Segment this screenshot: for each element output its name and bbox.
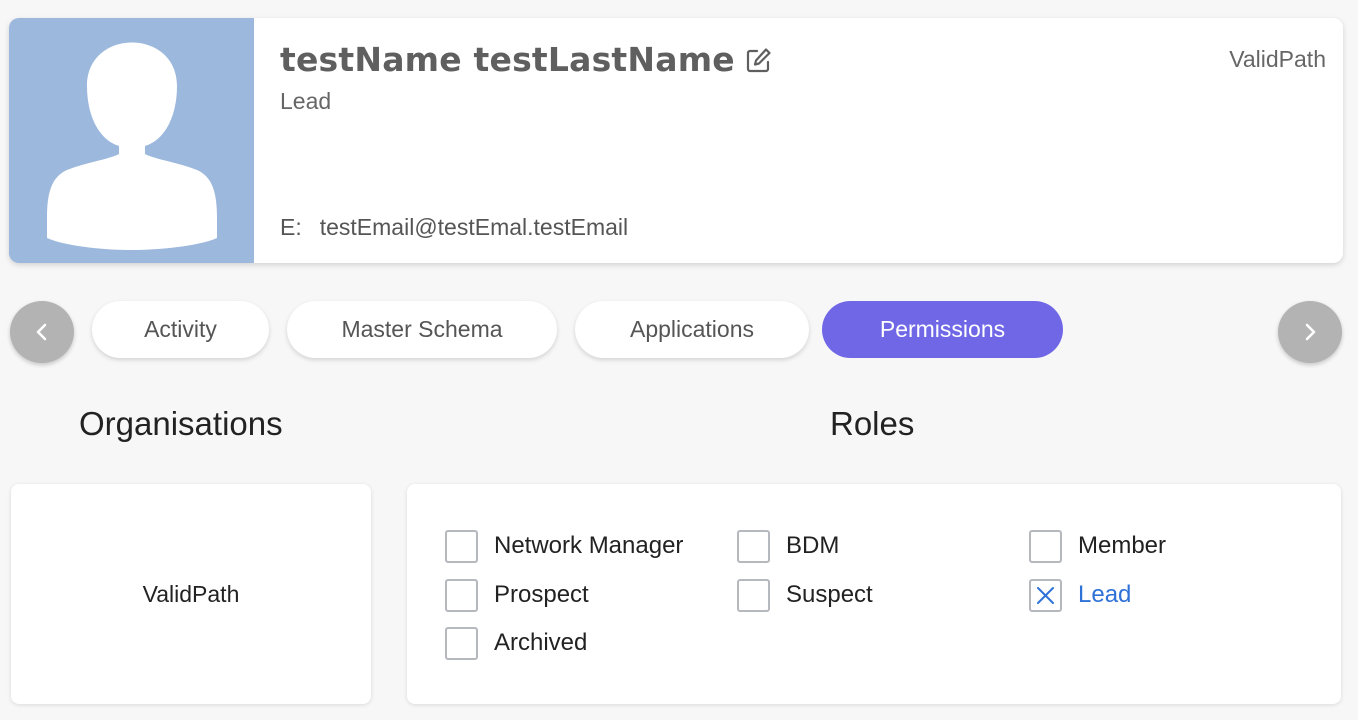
role-label: BDM: [786, 532, 840, 559]
role-label: Network Manager: [494, 532, 684, 559]
role-suspect[interactable]: Suspect: [737, 577, 873, 613]
chevron-right-icon: [1305, 323, 1316, 341]
organisations-heading: Organisations: [79, 405, 283, 442]
role-label: Member: [1078, 532, 1167, 559]
role-checkbox[interactable]: [737, 578, 770, 612]
roles-panel: Network Manager BDM Member Prospect Susp…: [407, 484, 1341, 704]
role-checkbox[interactable]: [445, 529, 478, 563]
role-checkbox[interactable]: [737, 529, 770, 563]
chevron-left-icon: [36, 323, 47, 341]
role-label: Suspect: [786, 581, 873, 608]
email-value: testEmail@testEmal.testEmail: [319, 214, 629, 240]
user-silhouette-icon: [47, 42, 217, 250]
x-mark-icon: [1037, 586, 1054, 604]
role-label: Archived: [494, 629, 588, 656]
tab-master-schema[interactable]: Master Schema: [287, 301, 557, 358]
role-checkbox[interactable]: [445, 626, 478, 660]
avatar: [9, 18, 254, 263]
role-checkbox[interactable]: [1029, 578, 1062, 612]
edit-icon[interactable]: [745, 46, 773, 74]
profile-name: testName testLastName: [280, 40, 735, 79]
profile-email: E: testEmail@testEmal.testEmail: [280, 214, 628, 241]
role-label: Prospect: [494, 581, 589, 608]
role-network-manager[interactable]: Network Manager: [445, 528, 683, 564]
organisation-item[interactable]: ValidPath: [143, 581, 240, 608]
next-tab-button[interactable]: [1278, 301, 1342, 363]
roles-heading: Roles: [830, 405, 915, 442]
tab-applications[interactable]: Applications: [575, 301, 809, 358]
role-archived[interactable]: Archived: [445, 625, 587, 661]
role-label: Lead: [1078, 581, 1132, 608]
tab-permissions[interactable]: Permissions: [822, 301, 1063, 358]
profile-role: Lead: [280, 88, 332, 114]
role-lead[interactable]: Lead: [1029, 577, 1131, 613]
profile-organisation: ValidPath: [1229, 46, 1326, 72]
role-checkbox[interactable]: [1029, 529, 1062, 563]
profile-card: testName testLastName Lead ValidPath E: …: [9, 18, 1343, 263]
role-checkbox[interactable]: [445, 578, 478, 612]
email-prefix: E:: [280, 214, 302, 240]
role-prospect[interactable]: Prospect: [445, 577, 589, 613]
previous-tab-button[interactable]: [10, 301, 74, 363]
tab-activity[interactable]: Activity: [92, 301, 269, 358]
profile-name-row: testName testLastName: [280, 40, 773, 79]
role-member[interactable]: Member: [1029, 528, 1166, 564]
role-bdm[interactable]: BDM: [737, 528, 839, 564]
organisations-panel: ValidPath: [11, 484, 371, 704]
